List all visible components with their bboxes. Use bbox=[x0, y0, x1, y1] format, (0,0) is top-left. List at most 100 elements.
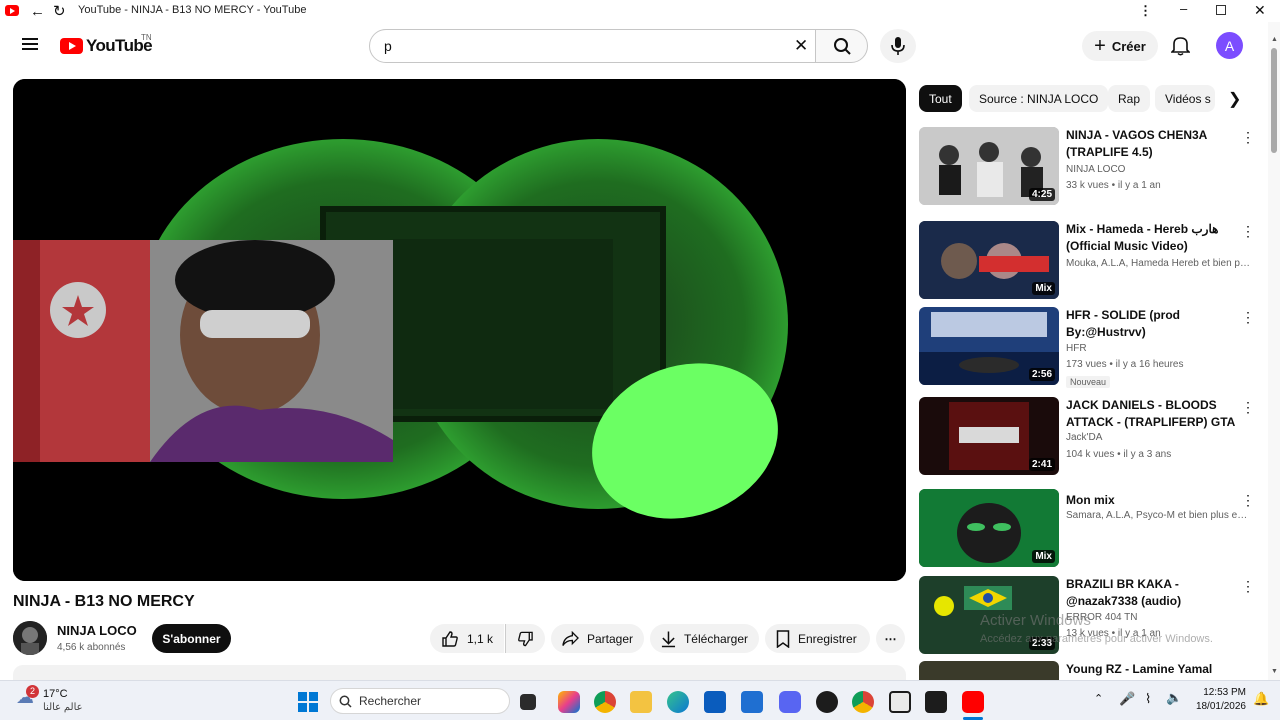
search-input[interactable]: p bbox=[369, 29, 816, 63]
kebab-menu-icon[interactable]: ⋮ bbox=[1241, 492, 1255, 509]
thumbs-down-icon bbox=[518, 631, 533, 646]
create-label: Créer bbox=[1111, 38, 1146, 54]
recommendation-stats: 173 vues • il y a 16 heures bbox=[1066, 359, 1184, 370]
file-explorer-icon[interactable] bbox=[630, 691, 652, 713]
weather-widget[interactable]: ☁ 2 17°C عالم عالنا bbox=[16, 685, 126, 717]
recommendation-channel: Jack'DA bbox=[1066, 432, 1103, 443]
recommendation-title[interactable]: NINJA - VAGOS CHEN3A (TRAPLIFE 4.5) bbox=[1066, 127, 1236, 161]
account-avatar[interactable]: A bbox=[1216, 32, 1243, 59]
subscribe-button[interactable]: S'abonner bbox=[152, 624, 231, 653]
recommendation-channel: Samara, A.L.A, Psyco-M et bien plus enc.… bbox=[1066, 510, 1251, 521]
recommendation-thumbnail[interactable]: Mix bbox=[919, 221, 1059, 299]
windows-start-icon[interactable] bbox=[297, 691, 319, 713]
recommendation-item[interactable]: 2:41 JACK DANIELS - BLOODS ATTACK - (TRA… bbox=[919, 397, 1259, 477]
recommendation-channel: HFR bbox=[1066, 343, 1087, 354]
recommendation-thumbnail[interactable]: Mix bbox=[919, 489, 1059, 567]
like-button[interactable]: 1,1 k bbox=[430, 624, 504, 653]
app-icon[interactable] bbox=[816, 691, 838, 713]
recommendation-title[interactable]: HFR - SOLIDE (prod By:@Hustrvv) bbox=[1066, 307, 1236, 341]
tray-chevron-icon[interactable]: ⌃ bbox=[1094, 692, 1103, 705]
scrollbar-thumb[interactable] bbox=[1271, 48, 1277, 153]
weather-temperature: 17°C bbox=[43, 688, 68, 700]
recommendation-thumbnail[interactable]: 2:41 bbox=[919, 397, 1059, 475]
download-button[interactable]: Télécharger bbox=[650, 624, 759, 653]
task-view-icon[interactable] bbox=[520, 694, 536, 710]
scroll-up-icon[interactable]: ▲ bbox=[1271, 36, 1278, 43]
chrome-profile-icon[interactable] bbox=[852, 691, 874, 713]
voice-search-button[interactable] bbox=[880, 29, 916, 63]
youtube-app-icon bbox=[5, 5, 19, 16]
search-button[interactable] bbox=[815, 29, 868, 63]
recommendation-item[interactable]: 2:56 HFR - SOLIDE (prod By:@Hustrvv) HFR… bbox=[919, 307, 1259, 388]
chevron-right-icon[interactable]: ❯ bbox=[1228, 89, 1241, 109]
more-options-icon[interactable]: ⋮ bbox=[1139, 3, 1152, 19]
maximize-icon[interactable] bbox=[1216, 5, 1226, 15]
video-player[interactable] bbox=[13, 79, 906, 581]
webcam-overlay bbox=[13, 240, 393, 462]
channel-avatar[interactable] bbox=[13, 621, 47, 655]
chrome-icon[interactable] bbox=[594, 691, 616, 713]
recommendation-title[interactable]: JACK DANIELS - BLOODS ATTACK - (TRAPLIFE… bbox=[1066, 397, 1236, 431]
new-badge: Nouveau bbox=[1066, 376, 1111, 388]
chip-videos[interactable]: Vidéos s bbox=[1155, 85, 1215, 112]
kebab-menu-icon[interactable]: ⋮ bbox=[1241, 223, 1255, 240]
recommendation-title[interactable]: Mix - Hameda - Hereb هارب (Official Musi… bbox=[1066, 221, 1236, 255]
edge-icon[interactable] bbox=[667, 691, 689, 713]
copilot-icon[interactable] bbox=[558, 691, 580, 713]
youtube-taskbar-icon[interactable] bbox=[962, 691, 984, 713]
chip-all[interactable]: Tout bbox=[919, 85, 962, 112]
wifi-icon[interactable]: ⌇ bbox=[1145, 691, 1151, 707]
search-input-value: p bbox=[384, 38, 392, 54]
back-icon[interactable]: ← bbox=[30, 3, 45, 20]
minimize-icon[interactable]: – bbox=[1180, 1, 1187, 16]
recommendation-title[interactable]: Mon mix bbox=[1066, 492, 1236, 509]
recommendation-title[interactable]: BRAZILI BR KAKA - @nazak7338 (audio) (OF… bbox=[1066, 576, 1236, 610]
recommendation-thumbnail[interactable]: 4:25 bbox=[919, 127, 1059, 205]
recommendation-item[interactable]: 4:25 NINJA - VAGOS CHEN3A (TRAPLIFE 4.5)… bbox=[919, 127, 1259, 207]
page-scrollbar[interactable]: ▲ ▼ bbox=[1268, 22, 1280, 680]
kebab-menu-icon[interactable]: ⋮ bbox=[1241, 399, 1255, 416]
app-icon-2[interactable] bbox=[889, 691, 911, 713]
reload-icon[interactable]: ↻ bbox=[53, 2, 66, 20]
clear-search-icon[interactable]: ✕ bbox=[794, 36, 808, 56]
activate-windows-watermark: Activer Windows Accédez aux paramètres p… bbox=[980, 612, 1213, 645]
window-title: YouTube - NINJA - B13 NO MERCY - YouTube bbox=[78, 4, 307, 16]
recommendation-title[interactable]: Young RZ - Lamine Yamal bbox=[1066, 661, 1236, 678]
notifications-bell-icon[interactable] bbox=[1171, 35, 1190, 56]
close-icon[interactable]: ✕ bbox=[1254, 2, 1266, 19]
save-button[interactable]: Enregistrer bbox=[765, 624, 870, 653]
app-icon-3[interactable] bbox=[925, 691, 947, 713]
webcam-image bbox=[13, 240, 393, 462]
menu-icon[interactable] bbox=[22, 37, 38, 51]
scroll-down-icon[interactable]: ▼ bbox=[1271, 668, 1278, 675]
like-count: 1,1 k bbox=[467, 631, 494, 646]
dislike-button[interactable] bbox=[505, 624, 545, 653]
recommendation-item[interactable]: Mix Mon mix Samara, A.L.A, Psyco-M et bi… bbox=[919, 489, 1259, 569]
taskbar-search[interactable]: Rechercher bbox=[330, 688, 510, 714]
more-actions-button[interactable]: ⋯ bbox=[876, 624, 905, 653]
mic-tray-icon[interactable]: 🎤 bbox=[1119, 691, 1135, 707]
video-title: NINJA - B13 NO MERCY bbox=[13, 593, 195, 610]
kebab-menu-icon[interactable]: ⋮ bbox=[1241, 578, 1255, 595]
volume-icon[interactable]: 🔈 bbox=[1166, 690, 1182, 706]
chip-source[interactable]: Source : NINJA LOCO bbox=[969, 85, 1109, 112]
channel-name[interactable]: NINJA LOCO bbox=[57, 623, 137, 638]
share-button[interactable]: Partager bbox=[551, 624, 644, 653]
create-button[interactable]: + Créer bbox=[1082, 31, 1158, 61]
youtube-logo[interactable]: YouTube bbox=[60, 36, 153, 56]
outlook-icon[interactable] bbox=[741, 691, 763, 713]
notification-icon[interactable]: 🔔 bbox=[1253, 691, 1269, 707]
discord-icon[interactable] bbox=[779, 691, 801, 713]
kebab-menu-icon[interactable]: ⋮ bbox=[1241, 309, 1255, 326]
system-clock[interactable]: 12:53 PM 18/01/2026 bbox=[1190, 686, 1246, 714]
recommendation-item[interactable]: Young RZ - Lamine Yamal bbox=[919, 661, 1259, 680]
recommendation-thumbnail[interactable] bbox=[919, 661, 1059, 680]
store-icon[interactable] bbox=[704, 691, 726, 713]
browser-title-bar: ← ↻ YouTube - NINJA - B13 NO MERCY - You… bbox=[0, 0, 1280, 22]
recommendation-thumbnail[interactable]: 2:56 bbox=[919, 307, 1059, 385]
chip-rap[interactable]: Rap bbox=[1108, 85, 1151, 112]
kebab-menu-icon[interactable]: ⋮ bbox=[1241, 129, 1255, 146]
youtube-play-icon bbox=[60, 38, 83, 54]
clock-time: 12:53 PM bbox=[1203, 687, 1246, 698]
recommendation-item[interactable]: Mix Mix - Hameda - Hereb هارب (Official … bbox=[919, 221, 1259, 301]
